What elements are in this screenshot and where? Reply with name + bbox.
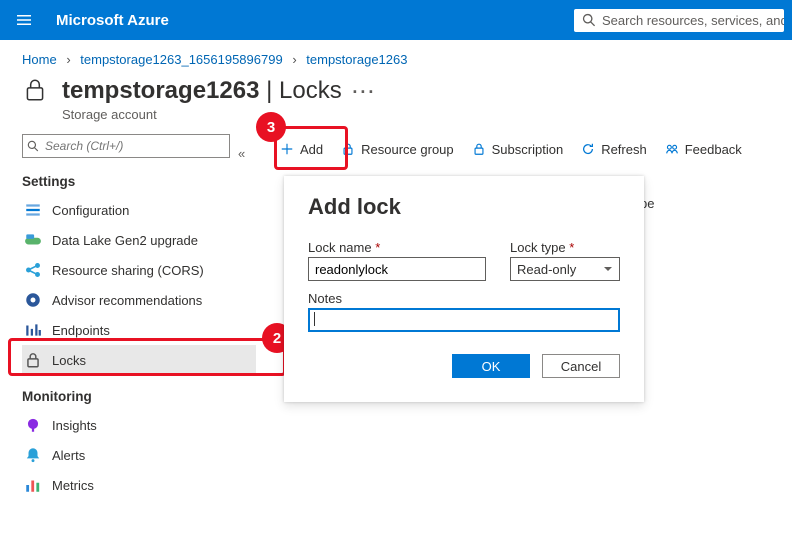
- global-search-placeholder: Search resources, services, and docs: [602, 13, 784, 28]
- refresh-label: Refresh: [601, 142, 647, 157]
- ok-button[interactable]: OK: [452, 354, 530, 378]
- sidebar-search[interactable]: [22, 134, 230, 158]
- chevron-right-icon: ›: [292, 52, 296, 67]
- subscription-button[interactable]: Subscription: [472, 142, 564, 157]
- add-button-label: Add: [300, 142, 323, 157]
- global-topbar: Microsoft Azure Search resources, servic…: [0, 0, 792, 40]
- notes-label: Notes: [308, 291, 620, 306]
- more-menu-button[interactable]: ···: [352, 82, 376, 102]
- brand-label: Microsoft Azure: [56, 12, 169, 29]
- breadcrumb-resource[interactable]: tempstorage1263: [306, 52, 407, 67]
- search-icon: [582, 13, 596, 27]
- sidebar-item-cors[interactable]: Resource sharing (CORS): [22, 255, 256, 285]
- sidebar-item-endpoints[interactable]: Endpoints: [22, 315, 256, 345]
- sidebar-item-insights[interactable]: Insights: [22, 410, 256, 440]
- chevron-right-icon: ›: [66, 52, 70, 67]
- sidebar-item-locks[interactable]: Locks: [22, 345, 256, 375]
- sidebar-item-datalake[interactable]: Data Lake Gen2 upgrade: [22, 225, 256, 255]
- feedback-button[interactable]: Feedback: [665, 142, 742, 157]
- sidebar-item-label: Metrics: [52, 478, 94, 493]
- resource-type-label: Storage account: [62, 107, 376, 122]
- add-lock-panel: Add lock Lock name * Lock type * Read-on…: [284, 176, 644, 402]
- advisor-icon: [24, 291, 42, 309]
- hamburger-button[interactable]: [8, 4, 40, 36]
- sidebar-item-label: Resource sharing (CORS): [52, 263, 204, 278]
- cancel-button[interactable]: Cancel: [542, 354, 620, 378]
- resource-group-button[interactable]: Resource group: [341, 142, 454, 157]
- page-title: tempstorage1263 | Locks ···: [62, 77, 376, 105]
- endpoints-icon: [24, 321, 42, 339]
- lock-icon: [472, 142, 486, 156]
- refresh-button[interactable]: Refresh: [581, 142, 647, 157]
- feedback-icon: [665, 142, 679, 156]
- plus-icon: [280, 142, 294, 156]
- metrics-icon: [24, 476, 42, 494]
- global-search[interactable]: Search resources, services, and docs: [574, 9, 784, 32]
- sidebar-item-alerts[interactable]: Alerts: [22, 440, 256, 470]
- lock-icon: [24, 351, 42, 369]
- sidebar-item-label: Alerts: [52, 448, 85, 463]
- panel-title: Add lock: [308, 194, 620, 220]
- sidebar-item-advisor[interactable]: Advisor recommendations: [22, 285, 256, 315]
- alert-icon: [24, 446, 42, 464]
- section-settings: Settings: [22, 174, 260, 189]
- lock-icon: [341, 142, 355, 156]
- gear-icon: [24, 201, 42, 219]
- breadcrumb-rg[interactable]: tempstorage1263_1656195896799: [80, 52, 282, 67]
- share-icon: [24, 261, 42, 279]
- refresh-icon: [581, 142, 595, 156]
- subscription-label: Subscription: [492, 142, 564, 157]
- sidebar: « Settings Configuration Data Lake Gen2 …: [22, 134, 260, 500]
- lockname-label: Lock name *: [308, 240, 486, 255]
- section-monitoring: Monitoring: [22, 389, 260, 404]
- insights-icon: [24, 416, 42, 434]
- command-bar: Add Resource group Subscription Refresh …: [280, 134, 770, 164]
- sidebar-item-metrics[interactable]: Metrics: [22, 470, 256, 500]
- sidebar-item-label: Locks: [52, 353, 86, 368]
- sidebar-item-label: Endpoints: [52, 323, 110, 338]
- search-icon: [27, 140, 39, 152]
- breadcrumb: Home › tempstorage1263_1656195896799 › t…: [0, 40, 792, 71]
- data-lake-icon: [24, 231, 42, 249]
- feedback-label: Feedback: [685, 142, 742, 157]
- locktype-select[interactable]: Read-only: [510, 257, 620, 281]
- sidebar-collapse-button[interactable]: «: [238, 146, 245, 161]
- sidebar-item-label: Insights: [52, 418, 97, 433]
- sidebar-item-label: Data Lake Gen2 upgrade: [52, 233, 198, 248]
- breadcrumb-home[interactable]: Home: [22, 52, 57, 67]
- sidebar-item-label: Configuration: [52, 203, 129, 218]
- chevron-down-icon: [603, 264, 613, 274]
- resource-group-label: Resource group: [361, 142, 454, 157]
- notes-input[interactable]: [308, 308, 620, 332]
- main-pane: Add Resource group Subscription Refresh …: [260, 134, 770, 500]
- lockname-input[interactable]: [308, 257, 486, 281]
- sidebar-item-label: Advisor recommendations: [52, 293, 202, 308]
- sidebar-item-configuration[interactable]: Configuration: [22, 195, 256, 225]
- sidebar-search-input[interactable]: [43, 138, 225, 154]
- add-button[interactable]: Add: [280, 142, 323, 157]
- locktype-value: Read-only: [517, 262, 576, 277]
- text-caret: [314, 312, 315, 326]
- page-title-row: tempstorage1263 | Locks ··· Storage acco…: [0, 71, 792, 134]
- lock-icon: [22, 77, 48, 106]
- locktype-label: Lock type *: [510, 240, 620, 255]
